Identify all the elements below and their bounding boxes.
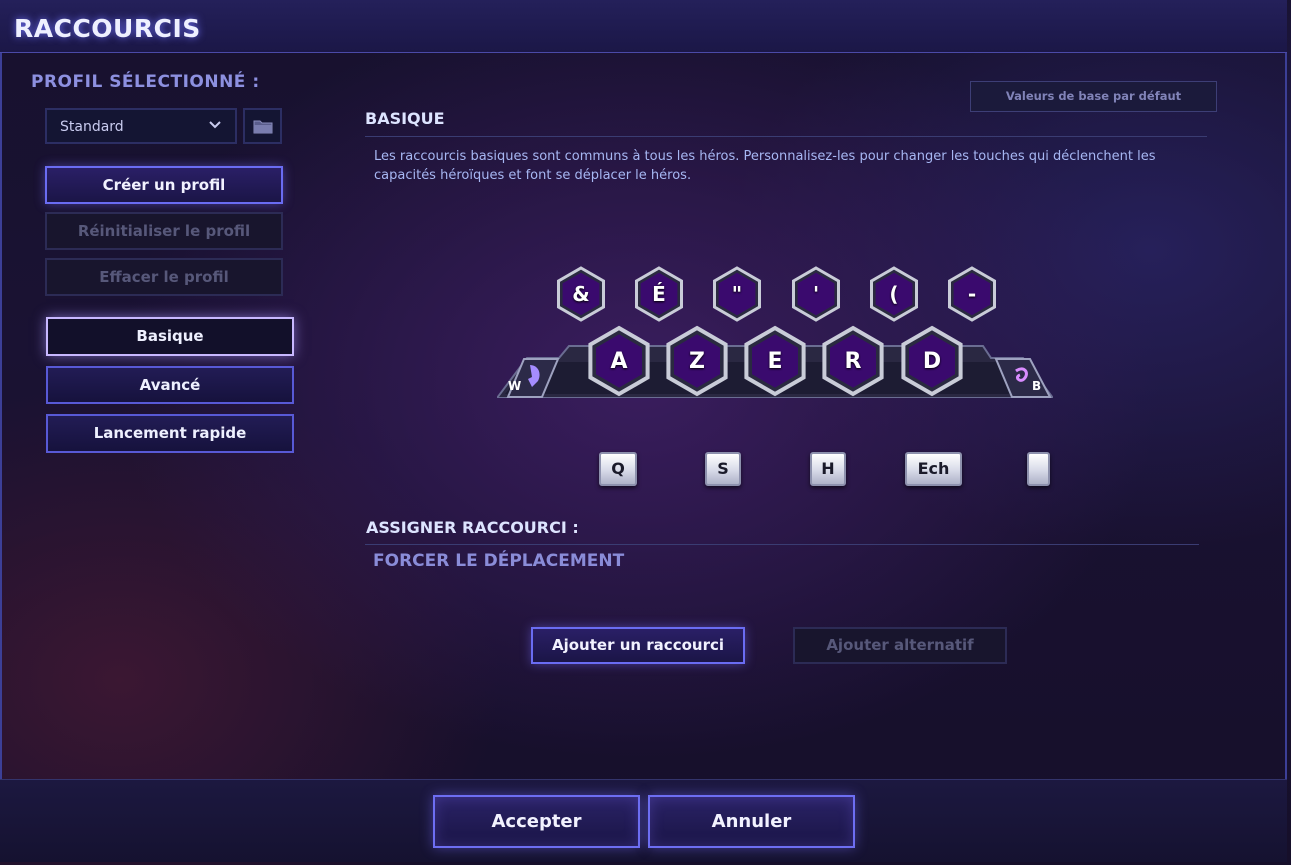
hearthstone-swirl-icon	[994, 358, 1052, 398]
title-bar: RACCOURCIS	[0, 0, 1287, 53]
profile-label: PROFIL SÉLECTIONNÉ :	[31, 72, 260, 92]
section-divider	[365, 136, 1207, 137]
ability-key-label: Z	[689, 348, 705, 374]
ability-key-label: D	[922, 348, 942, 374]
bottom-key-2[interactable]: S	[705, 452, 741, 486]
profile-dropdown-value: Standard	[60, 119, 124, 135]
ability-key-a[interactable]: A	[582, 318, 656, 404]
footer-bar	[0, 779, 1287, 862]
assign-value: FORCER LE DÉPLACEMENT	[373, 551, 625, 571]
folder-icon	[253, 120, 273, 134]
bottom-key-4[interactable]: Ech	[905, 452, 962, 486]
bottom-key-1[interactable]: Q	[599, 452, 637, 486]
profile-dropdown[interactable]: Standard	[45, 108, 237, 144]
ability-key-label: A	[610, 348, 628, 374]
tab-avance[interactable]: Avancé	[46, 366, 294, 404]
ability-key-d[interactable]: D	[895, 318, 969, 404]
add-alternate-button[interactable]: Ajouter alternatif	[793, 627, 1007, 664]
tab-basique[interactable]: Basique	[46, 317, 294, 356]
accept-button[interactable]: Accepter	[433, 795, 640, 848]
reset-profile-button[interactable]: Réinitialiser le profil	[45, 212, 283, 250]
bottom-key-3[interactable]: H	[810, 452, 846, 486]
default-values-button[interactable]: Valeurs de base par défaut	[970, 81, 1217, 112]
mount-key[interactable]: W	[502, 357, 560, 399]
create-profile-button[interactable]: Créer un profil	[45, 166, 283, 204]
add-shortcut-button[interactable]: Ajouter un raccourci	[531, 627, 745, 664]
ability-key-label: E	[767, 348, 783, 374]
cancel-button[interactable]: Annuler	[648, 795, 855, 848]
ability-key-r[interactable]: R	[816, 318, 890, 404]
section-description: Les raccourcis basiques sont communs à t…	[374, 149, 1156, 183]
window-title: RACCOURCIS	[14, 14, 201, 43]
hearth-key[interactable]: B	[994, 357, 1052, 399]
folder-button[interactable]	[243, 108, 282, 144]
section-title: BASIQUE	[365, 109, 445, 128]
ability-key-label: R	[844, 348, 862, 374]
delete-profile-button[interactable]: Effacer le profil	[45, 258, 283, 296]
chevron-down-icon	[209, 121, 221, 129]
assign-title: ASSIGNER RACCOURCI :	[366, 518, 579, 537]
tab-lancement-rapide[interactable]: Lancement rapide	[46, 414, 294, 453]
ability-key-z[interactable]: Z	[660, 318, 734, 404]
mount-key-label: W	[508, 379, 522, 393]
ability-key-e[interactable]: E	[738, 318, 812, 404]
bottom-key-5[interactable]	[1027, 452, 1050, 486]
hearth-key-label: B	[1032, 379, 1042, 393]
assign-divider	[365, 544, 1199, 545]
